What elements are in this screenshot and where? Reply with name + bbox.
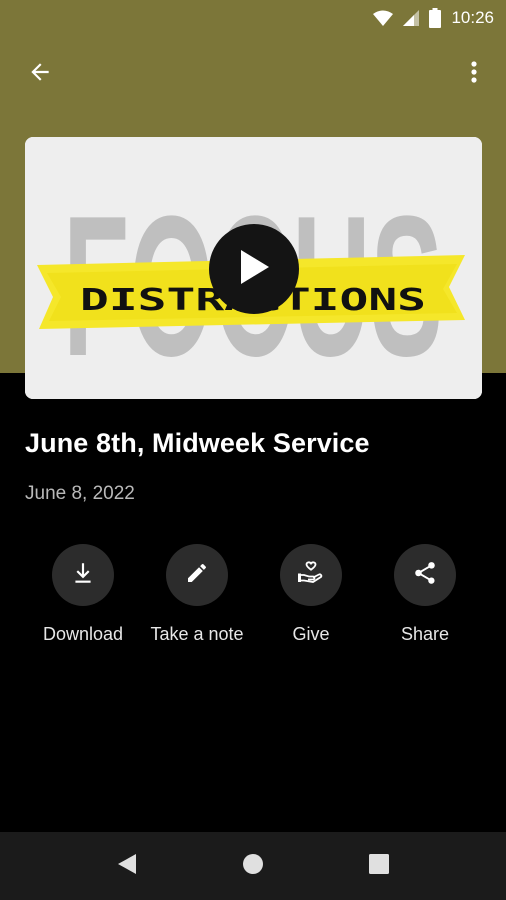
more-vert-icon (470, 60, 478, 89)
wifi-icon (373, 10, 394, 26)
share-icon (412, 560, 438, 591)
download-action[interactable]: Download (23, 544, 143, 645)
take-note-label: Take a note (150, 624, 244, 644)
arrow-back-icon (27, 59, 53, 90)
give-button[interactable] (280, 544, 342, 606)
download-label: Download (42, 624, 124, 644)
take-note-action[interactable]: Take a note (137, 544, 257, 645)
sermon-date: June 8, 2022 (25, 483, 135, 504)
nav-home-button[interactable] (236, 850, 270, 882)
share-label: Share (400, 624, 450, 644)
sermon-title: June 8th, Midweek Service (25, 428, 370, 458)
sermon-video-thumbnail[interactable]: FOCUS DISTRACTIONS (25, 137, 482, 399)
give-heart-hand-icon (297, 559, 325, 592)
battery-icon (429, 8, 442, 28)
more-options-button[interactable] (454, 54, 494, 94)
pencil-icon (185, 561, 209, 590)
give-label: Give (292, 624, 330, 644)
share-action[interactable]: Share (365, 544, 485, 645)
nav-recents-icon (369, 853, 389, 879)
nav-back-button[interactable] (110, 850, 144, 882)
cellular-signal-icon (403, 10, 420, 26)
nav-home-icon (242, 853, 264, 880)
download-button[interactable] (52, 544, 114, 606)
download-icon (70, 560, 96, 591)
play-button[interactable] (209, 224, 299, 314)
share-button[interactable] (394, 544, 456, 606)
take-note-button[interactable] (166, 544, 228, 606)
action-row: Download Take a note Give Share (0, 544, 506, 654)
system-navigation-bar (0, 832, 506, 900)
status-bar: 10:26 (0, 0, 506, 36)
back-button[interactable] (20, 54, 60, 94)
nav-recents-button[interactable] (362, 850, 396, 882)
play-icon (237, 248, 271, 291)
status-time: 10:26 (451, 8, 494, 27)
nav-back-icon (116, 852, 138, 881)
give-action[interactable]: Give (251, 544, 371, 645)
